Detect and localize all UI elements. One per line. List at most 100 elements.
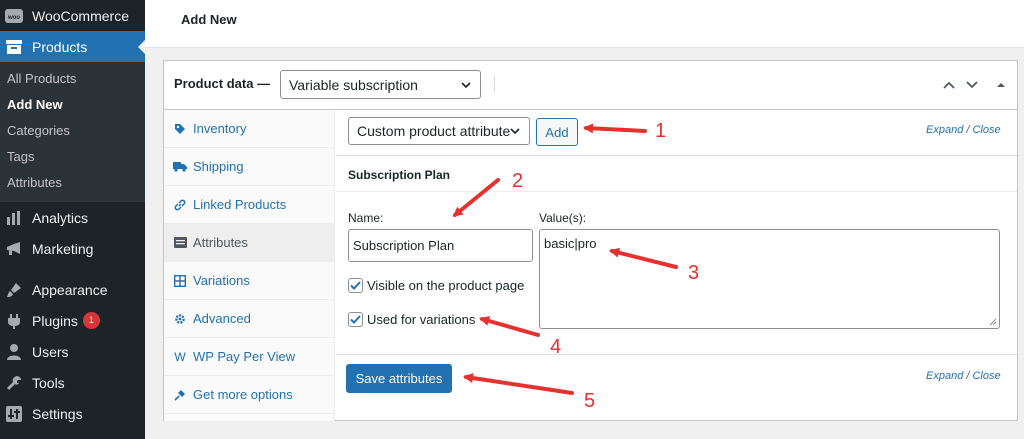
bar-chart-icon xyxy=(5,209,23,227)
sliders-icon xyxy=(5,405,23,423)
megaphone-icon xyxy=(5,240,23,258)
submenu-categories[interactable]: Categories xyxy=(0,118,145,144)
submenu-add-new[interactable]: Add New xyxy=(0,92,145,118)
tab-linked-products[interactable]: Linked Products xyxy=(164,186,334,224)
tab-advanced[interactable]: Advanced xyxy=(164,300,334,338)
tab-inventory-label: Inventory xyxy=(193,121,247,136)
menu-tools-label: Tools xyxy=(32,374,65,391)
menu-woocommerce[interactable]: woo WooCommerce xyxy=(0,0,145,31)
annotation-number-3: 3 xyxy=(688,262,700,284)
resize-grip-icon[interactable] xyxy=(989,318,997,326)
list-icon xyxy=(173,236,187,250)
svg-text:woo: woo xyxy=(7,15,20,21)
tab-inventory[interactable]: Inventory xyxy=(164,110,334,148)
wrench-icon xyxy=(5,374,23,392)
attribute-values-textarea[interactable]: basic|pro xyxy=(539,229,1000,329)
menu-separator xyxy=(0,264,145,274)
add-attribute-button[interactable]: Add xyxy=(536,118,578,146)
visible-on-page-checkbox[interactable] xyxy=(348,278,363,293)
menu-settings[interactable]: Settings xyxy=(0,398,145,429)
used-for-variations-row: Used for variations xyxy=(348,312,475,327)
attribute-name-input[interactable]: Subscription Plan xyxy=(348,229,533,262)
visible-on-page-label: Visible on the product page xyxy=(367,278,525,293)
menu-appearance[interactable]: Appearance xyxy=(0,274,145,305)
product-data-header: Product data — Variable subscription xyxy=(164,61,1017,110)
attribute-values-text: basic|pro xyxy=(544,236,597,251)
chevron-down-icon xyxy=(510,128,520,135)
product-type-select[interactable]: Variable subscription xyxy=(280,70,481,99)
expand-close-bottom: Expand / Close xyxy=(926,370,1001,382)
move-down-icon[interactable] xyxy=(964,77,980,93)
menu-analytics-label: Analytics xyxy=(32,209,89,226)
menu-woocommerce-label: WooCommerce xyxy=(32,7,129,24)
products-submenu: All Products Add New Categories Tags Att… xyxy=(0,62,145,202)
gear-icon xyxy=(173,312,187,326)
expand-link[interactable]: Expand xyxy=(926,124,963,136)
collapse-toggle-icon[interactable] xyxy=(993,77,1009,93)
close-link[interactable]: Close xyxy=(972,370,1000,382)
product-data-label: Product data — xyxy=(174,76,271,91)
tab-shipping[interactable]: Shipping xyxy=(164,148,334,186)
tab-variations-label: Variations xyxy=(193,273,250,288)
truck-icon xyxy=(173,160,187,174)
product-type-value: Variable subscription xyxy=(289,76,418,93)
menu-plugins-label: Plugins xyxy=(32,312,78,329)
grid-icon xyxy=(173,274,187,288)
close-link[interactable]: Close xyxy=(972,124,1000,136)
menu-analytics[interactable]: Analytics xyxy=(0,202,145,233)
annotation-number-4: 4 xyxy=(550,336,562,358)
header-divider xyxy=(494,75,495,93)
annotation-number-1: 1 xyxy=(655,120,667,142)
visible-on-page-row: Visible on the product page xyxy=(348,278,524,293)
plugin-icon xyxy=(5,312,23,330)
menu-tools[interactable]: Tools xyxy=(0,367,145,398)
annotation-number-2: 2 xyxy=(512,170,524,192)
menu-settings-label: Settings xyxy=(32,405,83,422)
attribute-box-header[interactable]: Subscription Plan xyxy=(336,156,1017,192)
menu-users[interactable]: Users xyxy=(0,336,145,367)
tab-wp-pay-per-view[interactable]: W WP Pay Per View xyxy=(164,338,334,376)
woocommerce-icon: woo xyxy=(5,7,23,25)
menu-marketing[interactable]: Marketing xyxy=(0,233,145,264)
submenu-all-products[interactable]: All Products xyxy=(0,66,145,92)
link-icon xyxy=(173,198,187,212)
attribute-taxonomy-value: Custom product attribute xyxy=(357,123,511,139)
tab-get-more-options-label: Get more options xyxy=(193,387,293,402)
menu-marketing-label: Marketing xyxy=(32,240,94,257)
expand-link[interactable]: Expand xyxy=(926,370,963,382)
submenu-tags[interactable]: Tags xyxy=(0,144,145,170)
page-header: Add New xyxy=(145,0,1024,48)
menu-plugins[interactable]: Plugins 1 xyxy=(0,305,145,336)
menu-appearance-label: Appearance xyxy=(32,281,108,298)
paintbrush-icon xyxy=(5,281,23,299)
values-label: Value(s): xyxy=(539,211,587,225)
user-icon xyxy=(5,343,23,361)
tab-advanced-label: Advanced xyxy=(193,311,251,326)
attribute-box: Subscription Plan Name: Subscription Pla… xyxy=(336,155,1017,355)
menu-users-label: Users xyxy=(32,343,69,360)
move-up-icon[interactable] xyxy=(941,77,957,93)
page-title: Add New xyxy=(181,12,237,27)
submenu-attributes[interactable]: Attributes xyxy=(0,170,145,196)
attribute-taxonomy-select[interactable]: Custom product attribute xyxy=(348,117,530,145)
menu-products-label: Products xyxy=(32,38,88,55)
plug-icon xyxy=(173,388,187,402)
menu-products[interactable]: Products xyxy=(0,31,146,62)
used-for-variations-checkbox[interactable] xyxy=(348,312,363,327)
archive-icon xyxy=(5,38,23,56)
chevron-down-icon xyxy=(461,81,471,88)
tag-icon xyxy=(173,122,187,136)
used-for-variations-label: Used for variations xyxy=(367,312,476,327)
admin-sidebar: woo WooCommerce Products All Products Ad… xyxy=(0,0,146,439)
tab-get-more-options[interactable]: Get more options xyxy=(164,376,334,414)
tab-shipping-label: Shipping xyxy=(193,159,244,174)
product-data-tabs: Inventory Shipping Linked Products Attri… xyxy=(164,110,335,421)
plugins-update-badge: 1 xyxy=(82,312,100,329)
expand-close-top: Expand / Close xyxy=(926,124,1001,136)
name-label: Name: xyxy=(348,211,384,225)
tab-attributes[interactable]: Attributes xyxy=(164,224,334,262)
tab-attributes-label: Attributes xyxy=(193,235,248,250)
save-attributes-button[interactable]: Save attributes xyxy=(346,364,452,393)
tab-wp-pay-per-view-label: WP Pay Per View xyxy=(193,349,296,364)
tab-variations[interactable]: Variations xyxy=(164,262,334,300)
